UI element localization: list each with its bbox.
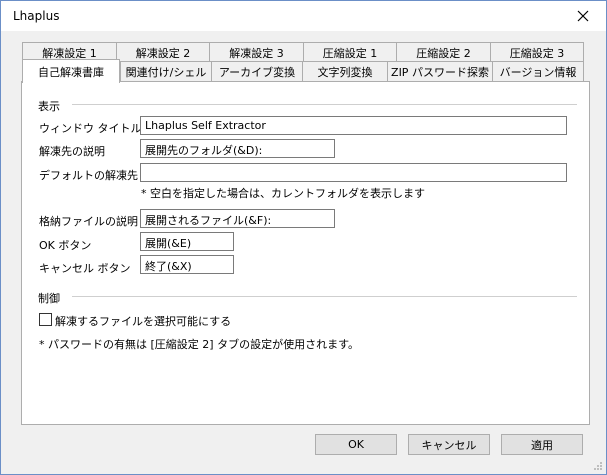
tab-extract-settings-3[interactable]: 解凍設定 3 — [209, 42, 304, 62]
close-icon — [577, 10, 589, 22]
cancel-button-text-input[interactable]: 終了(&X) — [140, 255, 234, 274]
selectable-files-checkbox[interactable] — [39, 313, 52, 326]
tab-zip-password-search[interactable]: ZIP パスワード探索 — [387, 61, 493, 82]
ok-button[interactable]: OK — [315, 434, 397, 455]
tab-version-info[interactable]: バージョン情報 — [492, 61, 584, 82]
close-button[interactable] — [560, 1, 606, 31]
tab-self-extracting-archive[interactable]: 自己解凍書庫 — [22, 59, 120, 83]
window-title-input[interactable]: Lhaplus Self Extractor — [140, 116, 567, 135]
tab-archive-conversion[interactable]: アーカイブ変換 — [211, 61, 303, 82]
tab-string-conversion[interactable]: 文字列変換 — [302, 61, 388, 82]
stored-desc-input[interactable]: 展開されるファイル(&F): — [140, 209, 335, 228]
default-dest-input[interactable] — [140, 163, 567, 182]
tab-compress-settings-3[interactable]: 圧縮設定 3 — [490, 42, 584, 62]
tab-compress-settings-1[interactable]: 圧縮設定 1 — [303, 42, 397, 62]
window-title: Lhaplus — [13, 9, 60, 23]
tab-association-shell[interactable]: 関連付け/シェル — [120, 61, 212, 82]
apply-button[interactable]: 適用 — [501, 434, 583, 455]
ok-button-text-input[interactable]: 展開(&E) — [140, 232, 234, 251]
tab-compress-settings-2[interactable]: 圧縮設定 2 — [396, 42, 491, 62]
extract-desc-input[interactable]: 展開先のフォルダ(&D): — [140, 139, 335, 158]
title-bar[interactable]: Lhaplus — [1, 1, 606, 31]
cancel-button[interactable]: キャンセル — [408, 434, 490, 455]
tab-extract-settings-2[interactable]: 解凍設定 2 — [116, 42, 210, 62]
resize-grip-icon[interactable] — [593, 461, 603, 471]
